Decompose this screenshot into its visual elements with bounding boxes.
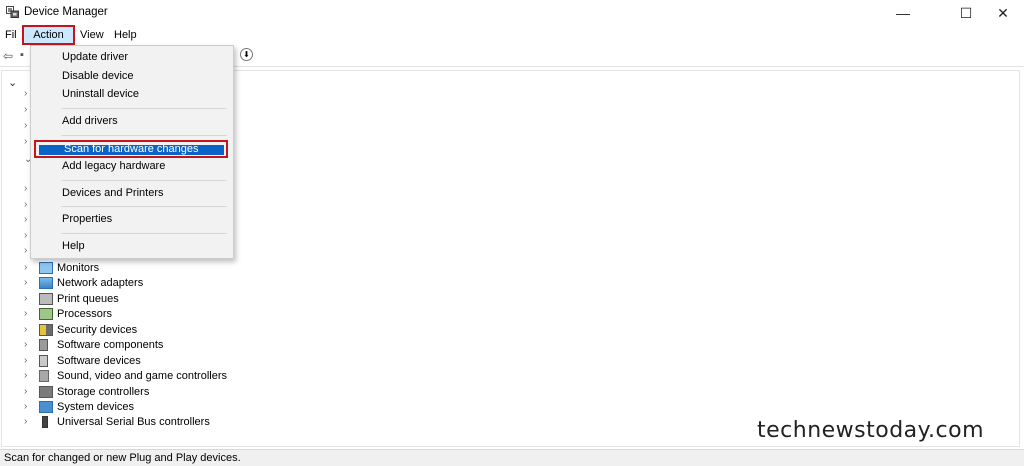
chevron-right-icon[interactable]: › [24, 401, 36, 412]
root-expand-chevron-icon[interactable]: ⌄ [8, 76, 17, 89]
menu-bar: File Action View Help [0, 25, 1024, 46]
device-manager-icon [6, 6, 19, 18]
menu-item-devices-and-printers[interactable]: Devices and Printers [62, 187, 164, 199]
chevron-right-icon[interactable]: › [24, 416, 36, 427]
menu-separator [61, 233, 227, 234]
tree-item-security-devices[interactable]: › Security devices [24, 322, 137, 337]
tree-item-sound-video-game-controllers[interactable]: › Sound, video and game controllers [24, 368, 227, 383]
close-icon: ✕ [997, 4, 1009, 21]
chevron-right-icon[interactable]: › [24, 104, 27, 115]
menu-item-scan-for-hardware-changes[interactable]: Scan for hardware changes [34, 140, 228, 158]
tree-item-label: Software components [57, 338, 164, 351]
menu-item-update-driver[interactable]: Update driver [62, 51, 128, 63]
chevron-right-icon[interactable]: › [24, 214, 27, 225]
chevron-right-icon[interactable]: › [24, 120, 27, 131]
chevron-right-icon[interactable]: › [24, 88, 27, 99]
chevron-right-icon[interactable]: › [24, 339, 36, 350]
chevron-right-icon[interactable]: › [24, 277, 36, 288]
tree-item-processors[interactable]: › Processors [24, 306, 112, 321]
menu-help[interactable]: Help [114, 29, 137, 41]
tree-item-label: Sound, video and game controllers [57, 369, 227, 382]
storage-controller-icon [39, 385, 53, 398]
chevron-right-icon[interactable]: › [24, 136, 27, 147]
tree-item-network-adapters[interactable]: › Network adapters [24, 275, 143, 290]
minimize-button[interactable]: — [880, 0, 926, 26]
security-device-icon [39, 323, 53, 336]
tree-item-usb-controllers[interactable]: › Universal Serial Bus controllers [24, 414, 210, 429]
printer-icon [39, 292, 53, 305]
tree-item-software-components[interactable]: › Software components [24, 337, 163, 352]
chevron-right-icon[interactable]: › [24, 355, 36, 366]
window-title: Device Manager [24, 6, 108, 18]
maximize-icon: ☐ [959, 4, 973, 21]
chevron-right-icon[interactable]: › [24, 324, 36, 335]
speaker-icon [39, 369, 49, 382]
menu-action[interactable]: Action [22, 25, 75, 45]
tree-item-label: Universal Serial Bus controllers [57, 415, 210, 428]
close-button[interactable]: ✕ [980, 0, 1024, 26]
chevron-right-icon[interactable]: › [24, 199, 27, 210]
minimize-icon: — [896, 5, 910, 21]
menu-item-properties[interactable]: Properties [62, 213, 112, 225]
watermark: technewstoday.com [757, 418, 985, 443]
menu-item-uninstall-device[interactable]: Uninstall device [62, 88, 139, 100]
tree-item-storage-controllers[interactable]: › Storage controllers [24, 384, 149, 399]
processor-icon [39, 307, 53, 320]
menu-action-label: Action [33, 29, 64, 41]
software-component-icon [39, 338, 48, 351]
back-arrow-icon[interactable]: ⇦ [3, 49, 13, 63]
menu-file[interactable]: File [5, 29, 17, 41]
chevron-right-icon[interactable]: › [24, 183, 27, 194]
tree-item-monitors[interactable]: › Monitors [24, 260, 99, 275]
chevron-right-icon[interactable]: › [24, 386, 36, 397]
menu-view[interactable]: View [80, 29, 104, 41]
network-adapter-icon [39, 276, 53, 289]
tree-item-print-queues[interactable]: › Print queues [24, 291, 119, 306]
menu-separator [61, 180, 227, 181]
status-text: Scan for changed or new Plug and Play de… [4, 452, 241, 464]
tree-item-label: Network adapters [57, 276, 144, 289]
menu-separator [61, 206, 227, 207]
menu-item-label: Scan for hardware changes [64, 143, 199, 155]
tree-item-label: Processors [57, 307, 113, 320]
action-menu: Update driver Disable device Uninstall d… [30, 45, 234, 259]
tree-item-label: Software devices [57, 354, 141, 367]
chevron-right-icon[interactable]: › [24, 293, 36, 304]
system-device-icon [39, 400, 53, 413]
title-bar: Device Manager — ☐ ✕ [0, 0, 1024, 26]
status-bar: Scan for changed or new Plug and Play de… [0, 449, 1024, 466]
update-arrow-icon[interactable]: ⬇ [240, 48, 253, 61]
tree-item-label: Security devices [57, 323, 138, 336]
monitor-icon [39, 261, 53, 274]
chevron-right-icon[interactable]: › [24, 308, 36, 319]
menu-item-disable-device[interactable]: Disable device [62, 70, 134, 82]
tree-item-label: Storage controllers [57, 385, 150, 398]
tree-item-label: System devices [57, 400, 135, 413]
toolbar-button-icon[interactable]: ▪ [20, 49, 24, 61]
tree-item-software-devices[interactable]: › Software devices [24, 353, 141, 368]
menu-item-add-drivers[interactable]: Add drivers [62, 115, 118, 127]
chevron-right-icon[interactable]: › [24, 262, 36, 273]
menu-separator [61, 108, 227, 109]
chevron-right-icon[interactable]: › [24, 370, 36, 381]
software-device-icon [39, 354, 48, 367]
chevron-right-icon[interactable]: › [24, 230, 27, 241]
tree-item-label: Monitors [57, 261, 100, 274]
chevron-right-icon[interactable]: › [24, 245, 27, 256]
menu-separator [61, 135, 227, 136]
tree-item-label: Print queues [57, 292, 119, 305]
menu-item-add-legacy-hardware[interactable]: Add legacy hardware [62, 160, 165, 172]
menu-item-help[interactable]: Help [62, 240, 85, 252]
usb-icon [42, 415, 48, 428]
tree-item-system-devices[interactable]: › System devices [24, 399, 134, 414]
